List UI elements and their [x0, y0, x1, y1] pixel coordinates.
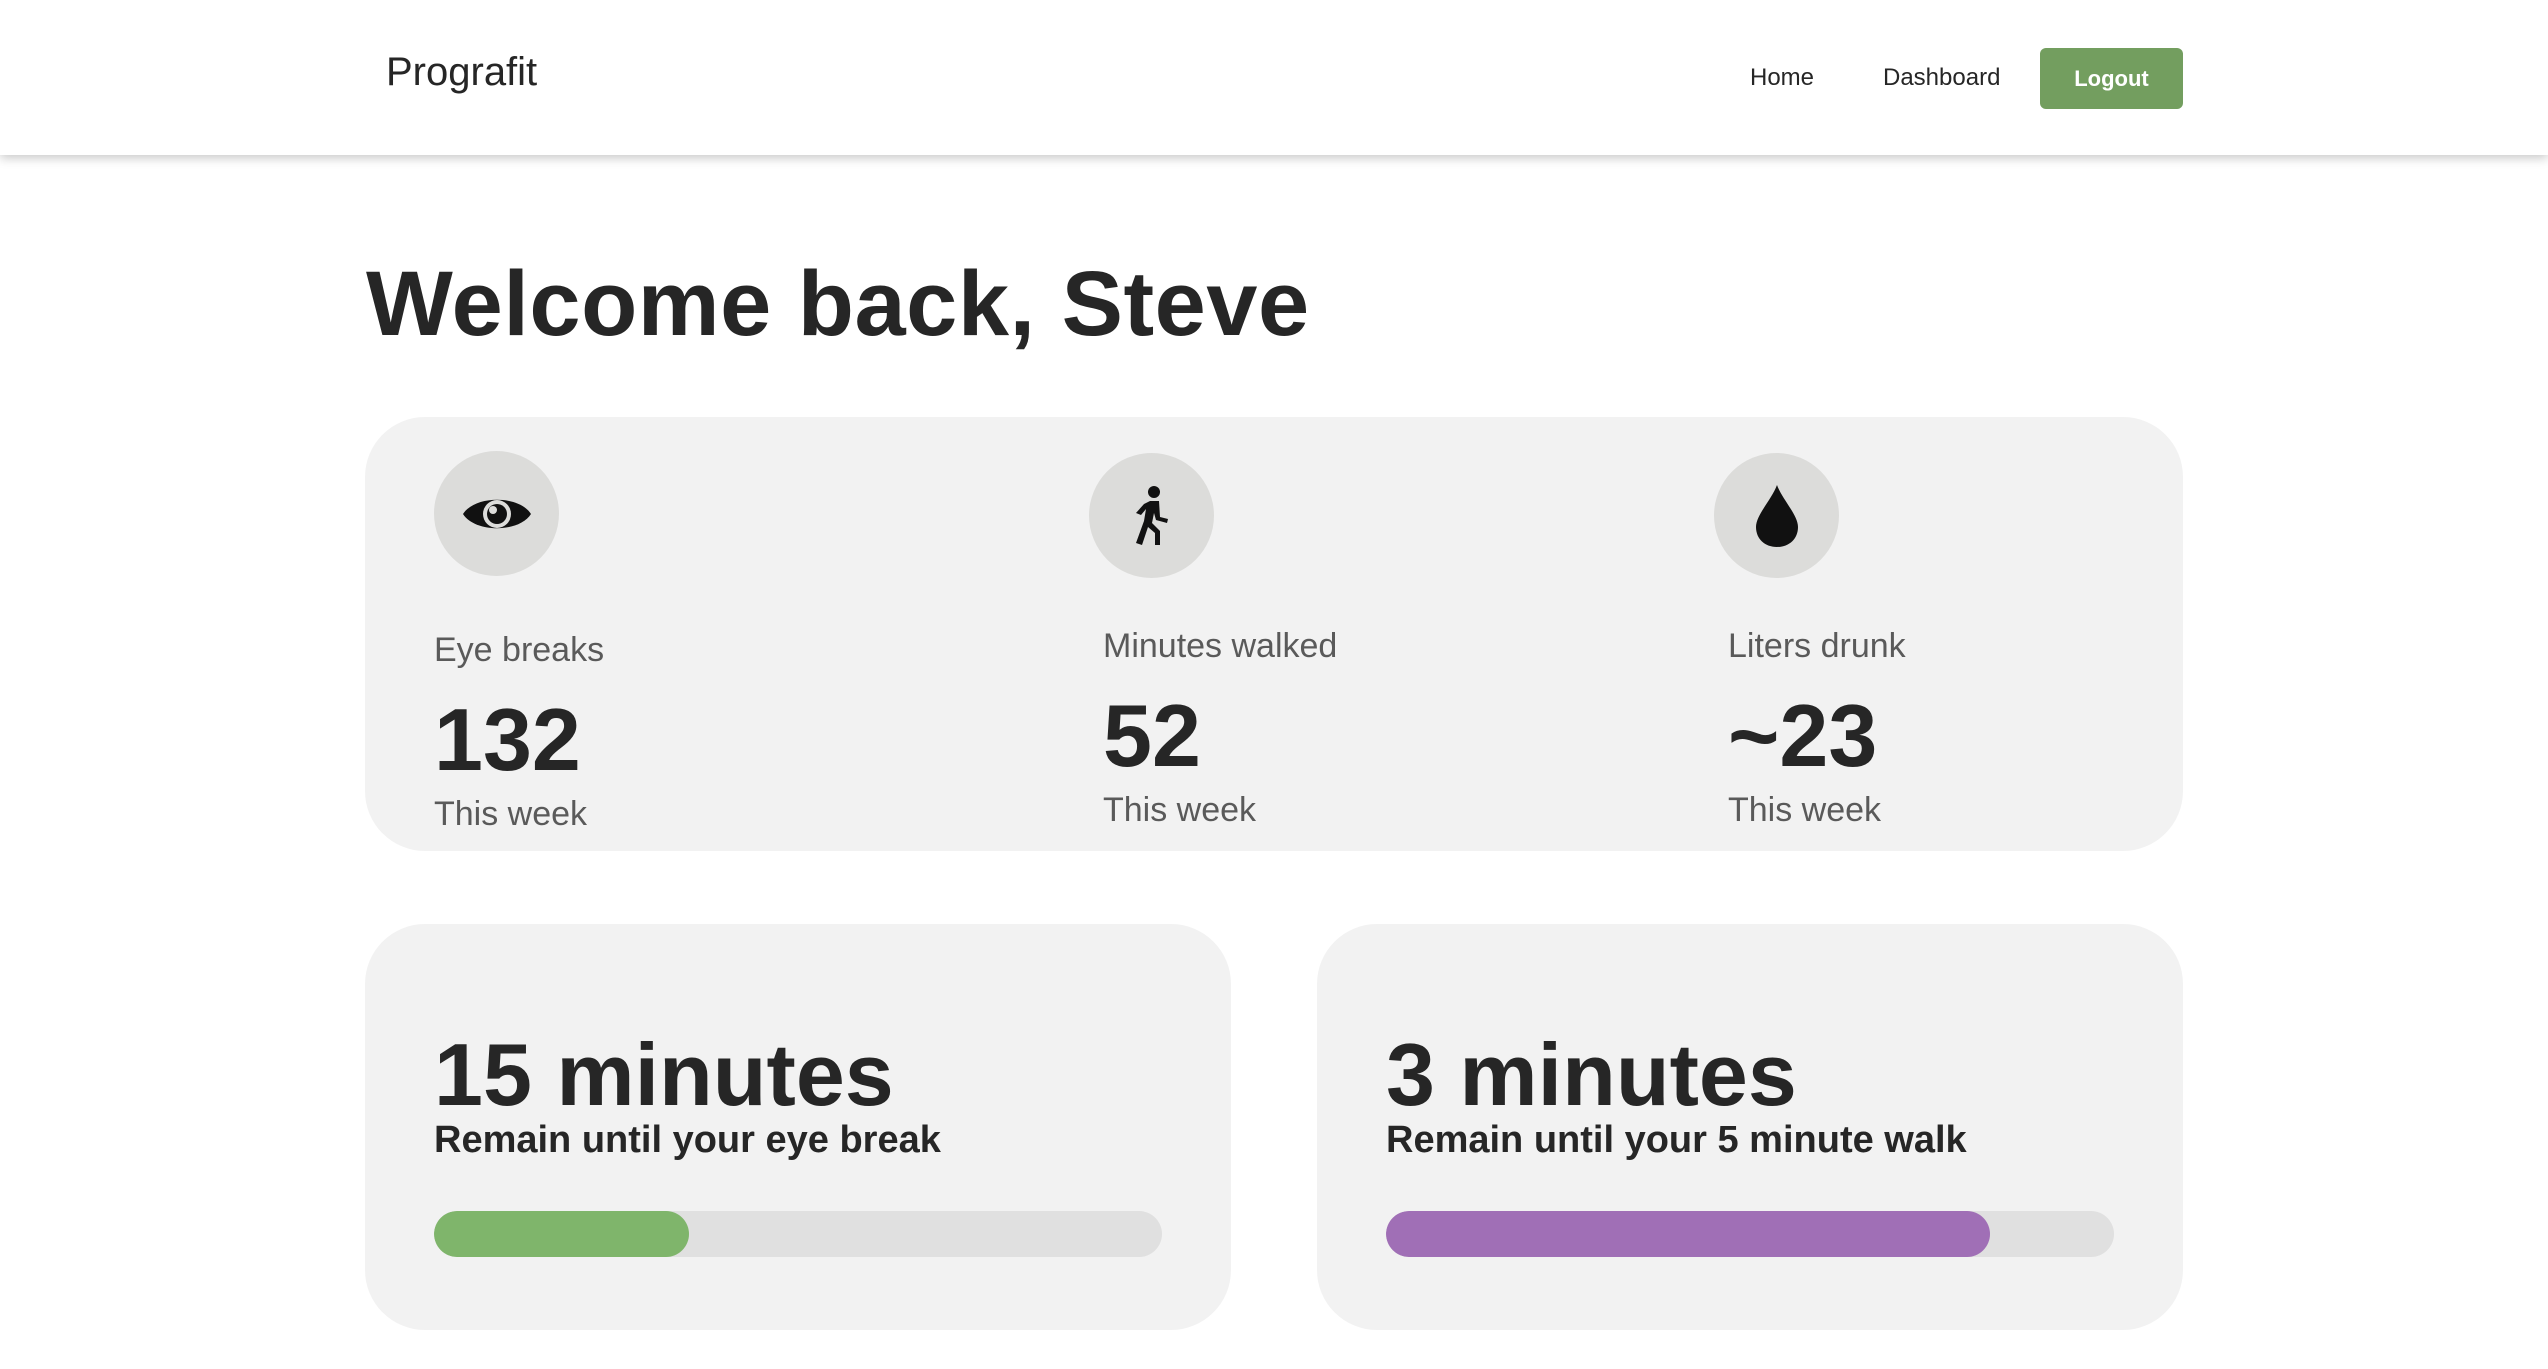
stat-value: 52 — [1103, 686, 1201, 785]
timer-value: 15 minutes — [434, 1025, 894, 1124]
eye-break-timer-card: 15 minutes Remain until your eye break — [365, 924, 1231, 1330]
walk-timer-card: 3 minutes Remain until your 5 minute wal… — [1317, 924, 2183, 1330]
timer-description: Remain until your 5 minute walk — [1386, 1119, 1967, 1161]
progress-fill — [1386, 1211, 1991, 1257]
walk-progress-bar — [1386, 1211, 2114, 1257]
page-title: Welcome back, Steve — [366, 253, 1310, 355]
stat-value: ~23 — [1728, 686, 1878, 785]
progress-fill — [434, 1211, 689, 1257]
eye-break-progress-bar — [434, 1211, 1162, 1257]
nav-link-home[interactable]: Home — [1750, 64, 1814, 92]
stat-subtitle: This week — [1728, 791, 1882, 829]
eye-icon — [462, 499, 531, 528]
brand-logo[interactable]: Prografit — [386, 50, 537, 95]
stat-label: Eye breaks — [434, 631, 605, 669]
stat-subtitle: This week — [1103, 791, 1257, 829]
walking-person-icon — [1135, 485, 1168, 545]
nav-link-dashboard[interactable]: Dashboard — [1883, 64, 2000, 92]
stat-label: Minutes walked — [1103, 627, 1338, 665]
stat-label: Liters drunk — [1728, 627, 1906, 665]
water-drop-icon — [1755, 484, 1798, 547]
timer-value: 3 minutes — [1386, 1025, 1797, 1124]
stat-value: 132 — [434, 690, 581, 789]
drop-icon-circle — [1714, 453, 1839, 578]
eye-icon-circle — [434, 451, 559, 576]
walking-icon-circle — [1089, 453, 1214, 578]
stat-subtitle: This week — [434, 795, 588, 833]
weekly-stats-card: Eye breaks 132 This week Minutes walked … — [365, 417, 2183, 851]
logout-button[interactable]: Logout — [2040, 48, 2183, 109]
navbar: Prografit Home Dashboard Logout — [0, 0, 2548, 155]
timer-description: Remain until your eye break — [434, 1119, 941, 1161]
